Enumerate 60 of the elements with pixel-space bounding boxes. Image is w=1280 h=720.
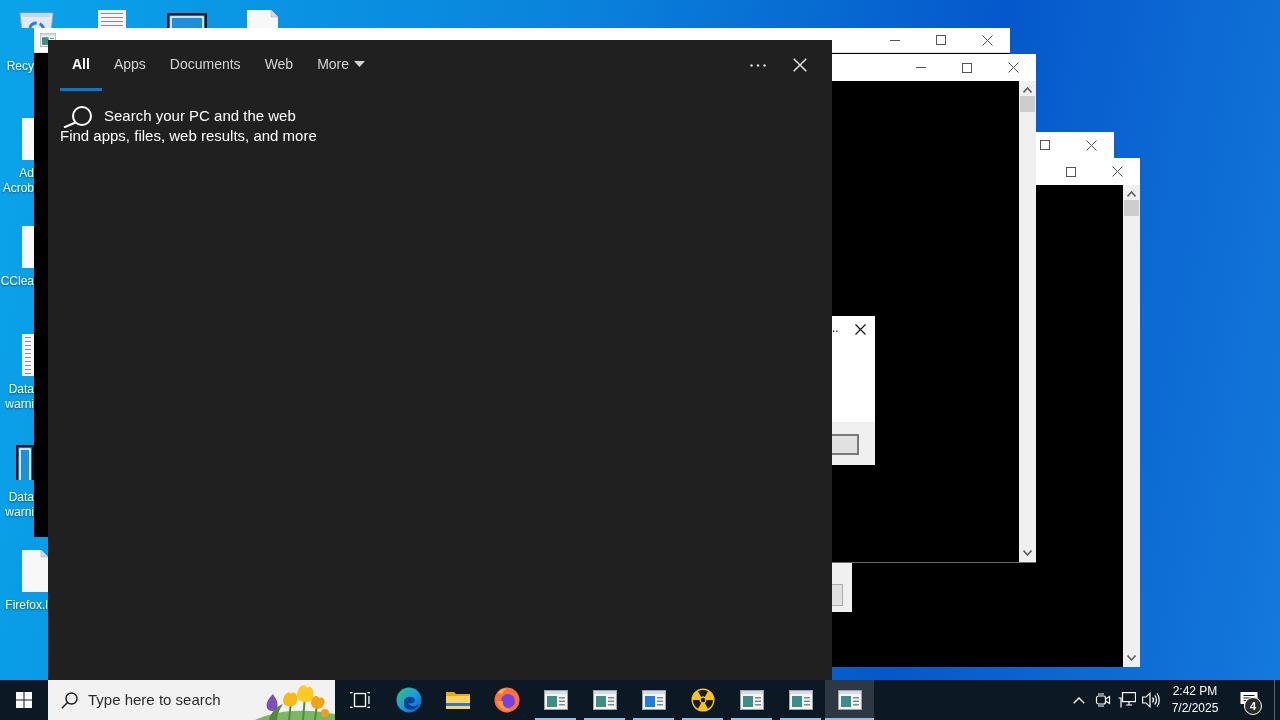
- close-icon: [1007, 62, 1019, 73]
- maximize-icon: [1066, 166, 1076, 177]
- task-view-icon: [349, 691, 370, 709]
- search-field[interactable]: Type here to search: [88, 688, 238, 712]
- scroll-down-icon[interactable]: [1127, 655, 1136, 661]
- search-tab[interactable]: All: [60, 40, 102, 91]
- notification-count-badge: 4: [1244, 697, 1262, 715]
- taskbar-app-button[interactable]: [825, 680, 874, 720]
- app-window-icon: [788, 690, 813, 710]
- caret-icon: [354, 61, 366, 67]
- minimize-icon: [916, 67, 926, 68]
- recycle-bin-icon[interactable]: [18, 10, 55, 28]
- close-icon: [1085, 139, 1097, 151]
- dialog-button[interactable]: [832, 434, 859, 455]
- close-icon: [854, 323, 866, 335]
- app-window-icon: [543, 690, 568, 710]
- app-icon[interactable]: [167, 13, 207, 28]
- radiation-icon: [690, 688, 715, 712]
- maximize-icon: [1040, 140, 1050, 150]
- scroll-up-icon[interactable]: [1023, 87, 1032, 93]
- chevron-up-icon: [1073, 696, 1085, 704]
- text-file-icon[interactable]: [22, 334, 34, 376]
- search-tab[interactable]: Documents: [157, 40, 253, 91]
- search-hint-title: Search your PC and the web: [104, 106, 296, 126]
- app-window-icon: [592, 690, 617, 710]
- scroll-up-icon[interactable]: [1127, 191, 1136, 197]
- browser-icon: [395, 687, 422, 713]
- app-icon[interactable]: [16, 445, 34, 480]
- search-tab[interactable]: Apps: [101, 40, 158, 91]
- search-icon: [61, 691, 78, 709]
- notifications-button[interactable]: 4: [1229, 680, 1269, 720]
- close-icon: [981, 34, 993, 46]
- close-icon: [1111, 166, 1123, 177]
- app-window-icon: [837, 690, 862, 710]
- search-hint-subtitle: Find apps, files, web results, and more: [60, 126, 317, 146]
- text-file-icon[interactable]: [98, 10, 126, 28]
- browser-icon: [493, 687, 520, 713]
- windows-logo-icon: [16, 692, 32, 708]
- maximize-icon: [936, 35, 946, 45]
- search-bar[interactable]: Type here to search: [48, 680, 335, 720]
- clock[interactable]: 2:42 PM 7/2/2025: [1163, 680, 1227, 720]
- search-tab[interactable]: More: [305, 40, 378, 91]
- camera-icon: [1095, 693, 1111, 707]
- minimize-icon: [890, 39, 900, 41]
- vertical-scrollbar[interactable]: [1019, 81, 1036, 562]
- dialog-title: ..: [832, 321, 839, 335]
- network-icon: [1118, 692, 1136, 708]
- folder-icon: [445, 690, 470, 710]
- search-tab[interactable]: Web: [252, 40, 306, 91]
- volume-icon: [1142, 692, 1160, 708]
- scrollbar-thumb[interactable]: [1124, 200, 1139, 216]
- maximize-icon: [962, 62, 972, 73]
- scrollbar-thumb[interactable]: [1020, 96, 1035, 112]
- app-window-icon: [641, 690, 666, 710]
- vertical-scrollbar[interactable]: [1123, 185, 1140, 667]
- more-options-icon: [750, 63, 766, 67]
- app-window-icon: [739, 690, 764, 710]
- blank-file-icon[interactable]: [247, 10, 278, 28]
- scroll-down-icon[interactable]: [1023, 550, 1032, 556]
- close-icon: [793, 58, 807, 72]
